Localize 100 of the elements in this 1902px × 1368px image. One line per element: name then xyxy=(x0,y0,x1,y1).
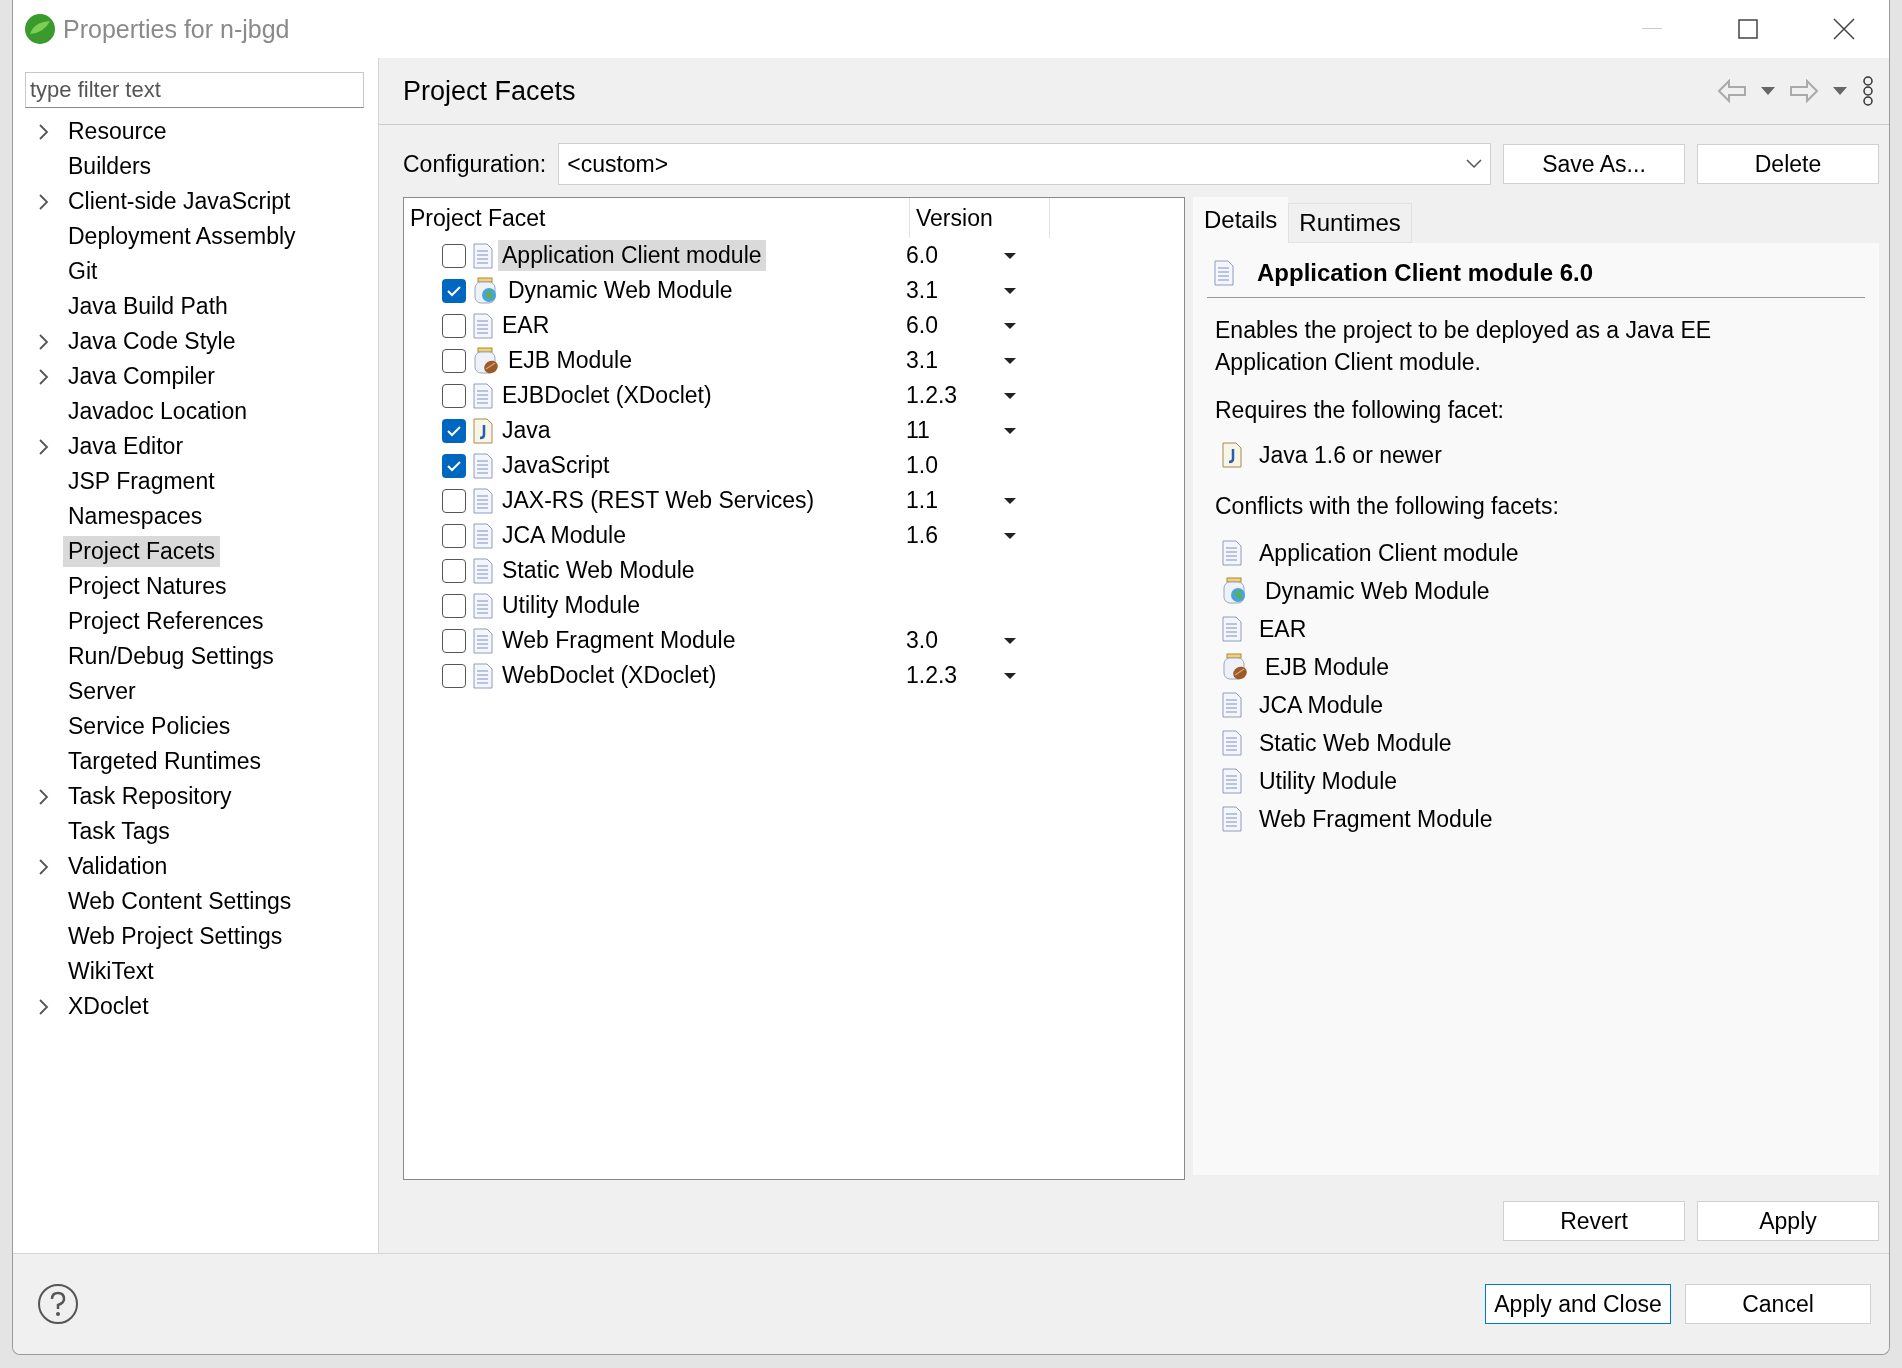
checkbox[interactable] xyxy=(442,663,466,688)
chevron-down-icon xyxy=(1466,159,1482,169)
checkbox[interactable] xyxy=(442,523,466,548)
facet-name[interactable]: EJB Module xyxy=(504,345,636,376)
checkbox[interactable] xyxy=(442,348,466,373)
conflicting-facet: EAR xyxy=(1259,615,1307,643)
checkbox[interactable] xyxy=(442,243,466,268)
facet-name[interactable]: EJBDoclet (XDoclet) xyxy=(498,380,716,411)
document-icon xyxy=(472,312,494,339)
checkbox[interactable] xyxy=(442,418,466,443)
page-title: Project Facets xyxy=(403,75,577,107)
document-icon xyxy=(472,592,494,619)
expand-chevron-icon xyxy=(39,788,49,805)
tree-item[interactable]: Run/Debug Settings xyxy=(63,641,279,672)
delete-button[interactable]: Delete xyxy=(1697,144,1879,184)
conflicting-facet: Utility Module xyxy=(1259,767,1398,795)
facet-name[interactable]: Java xyxy=(498,415,555,446)
checkbox[interactable] xyxy=(442,313,466,338)
document-icon xyxy=(1221,730,1243,756)
checkbox[interactable] xyxy=(442,628,466,653)
column-header[interactable]: Version xyxy=(910,198,1050,238)
tree-item[interactable]: Server xyxy=(63,676,141,707)
dropdown-arrow-icon xyxy=(1004,671,1016,680)
checkbox[interactable] xyxy=(442,488,466,513)
facet-name[interactable]: Web Fragment Module xyxy=(498,625,740,656)
checkbox[interactable] xyxy=(442,453,466,478)
version-value[interactable]: 6.0 xyxy=(906,242,938,269)
facet-name[interactable]: WebDoclet (XDoclet) xyxy=(498,660,721,691)
checkbox[interactable] xyxy=(442,383,466,408)
window-title: Properties for n-jbgd xyxy=(63,14,291,44)
conflicting-facet: Static Web Module xyxy=(1259,729,1452,757)
tree-item[interactable]: WikiText xyxy=(63,956,159,987)
facet-name[interactable]: JCA Module xyxy=(498,520,630,551)
dialog-button[interactable]: Cancel xyxy=(1685,1284,1871,1324)
apply-button[interactable]: Apply xyxy=(1697,1201,1879,1241)
tree-item[interactable]: Web Project Settings xyxy=(63,921,288,952)
facet-name[interactable]: Utility Module xyxy=(498,590,645,621)
version-value[interactable]: 1.6 xyxy=(906,522,938,549)
filter-field[interactable]: type filter text xyxy=(25,72,364,108)
tree-item[interactable]: Java Compiler xyxy=(63,361,220,392)
tree-item[interactable]: Git xyxy=(63,256,103,287)
tree-item[interactable]: Client-side JavaScript xyxy=(63,186,296,217)
tree-item[interactable]: Java Editor xyxy=(63,431,189,462)
forward-menu-icon xyxy=(1833,86,1847,96)
facet-name[interactable]: Dynamic Web Module xyxy=(504,275,737,306)
facet-name[interactable]: JavaScript xyxy=(498,450,614,481)
dropdown-arrow-icon xyxy=(1004,496,1016,505)
revert-button[interactable]: Revert xyxy=(1503,1201,1685,1241)
tree-item[interactable]: Java Code Style xyxy=(63,326,241,357)
version-value[interactable]: 3.1 xyxy=(906,347,938,374)
column-header[interactable]: Project Facet xyxy=(404,198,910,238)
document-icon xyxy=(1221,692,1243,718)
document-icon xyxy=(472,242,494,269)
version-value[interactable]: 1.0 xyxy=(906,452,938,479)
tab[interactable]: Details xyxy=(1193,197,1289,243)
tree-item[interactable]: Project Natures xyxy=(63,571,232,602)
tree-item[interactable]: Validation xyxy=(63,851,173,882)
checkbox[interactable] xyxy=(442,593,466,618)
version-value[interactable]: 1.1 xyxy=(906,487,938,514)
version-value[interactable]: 3.1 xyxy=(906,277,938,304)
dropdown-arrow-icon xyxy=(1004,321,1016,330)
tree-item[interactable]: Task Tags xyxy=(63,816,175,847)
version-value[interactable]: 11 xyxy=(906,417,930,444)
facet-name[interactable]: Static Web Module xyxy=(498,555,699,586)
expand-chevron-icon xyxy=(39,858,49,875)
dialog-button[interactable]: Apply and Close xyxy=(1485,1284,1671,1324)
version-value[interactable]: 3.0 xyxy=(906,627,938,654)
facet-name[interactable]: EAR xyxy=(498,310,554,341)
facet-name[interactable]: JAX-RS (REST Web Services) xyxy=(498,485,819,516)
version-value[interactable]: 1.2.3 xyxy=(906,382,958,409)
forward-arrow-icon xyxy=(1789,79,1819,103)
tree-item[interactable]: Task Repository xyxy=(63,781,237,812)
document-icon xyxy=(1213,260,1235,286)
tree-item[interactable]: Deployment Assembly xyxy=(63,221,301,252)
required-facet: Java 1.6 or newer xyxy=(1259,441,1442,469)
expand-chevron-icon xyxy=(39,368,49,385)
tree-item[interactable]: Java Build Path xyxy=(63,291,233,322)
tree-item[interactable]: Namespaces xyxy=(63,501,208,532)
configuration-dropdown[interactable]: <custom> xyxy=(558,143,1491,185)
expand-chevron-icon xyxy=(39,193,49,210)
java-file-icon xyxy=(472,417,494,444)
tab[interactable]: Runtimes xyxy=(1288,203,1412,243)
document-icon xyxy=(472,557,494,584)
version-value[interactable]: 6.0 xyxy=(906,312,938,339)
tree-item[interactable]: JSP Fragment xyxy=(63,466,220,497)
checkbox[interactable] xyxy=(442,558,466,583)
save-as-button[interactable]: Save As... xyxy=(1503,144,1685,184)
document-icon xyxy=(472,662,494,689)
tree-item[interactable]: Targeted Runtimes xyxy=(63,746,267,777)
tree-item[interactable]: XDoclet xyxy=(63,991,154,1022)
tree-item[interactable]: Service Policies xyxy=(63,711,236,742)
tree-item[interactable]: Javadoc Location xyxy=(63,396,252,427)
tree-item[interactable]: Builders xyxy=(63,151,157,182)
facet-name[interactable]: Application Client module xyxy=(498,240,766,271)
tree-item[interactable]: Web Content Settings xyxy=(63,886,297,917)
checkbox[interactable] xyxy=(442,278,466,303)
tree-item[interactable]: Project Facets xyxy=(63,536,220,567)
tree-item[interactable]: Resource xyxy=(63,116,172,147)
tree-item[interactable]: Project References xyxy=(63,606,269,637)
version-value[interactable]: 1.2.3 xyxy=(906,662,958,689)
